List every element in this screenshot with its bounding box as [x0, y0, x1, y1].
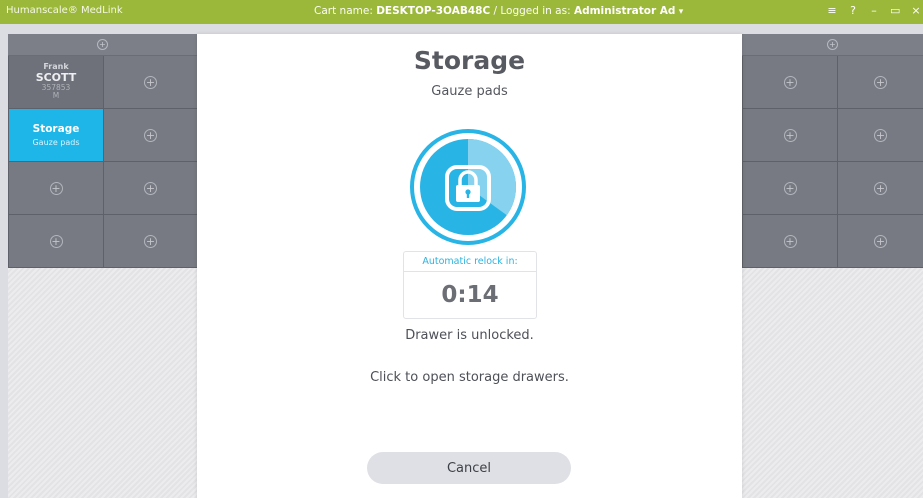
- add-icon: +: [144, 234, 157, 248]
- help-icon[interactable]: ?: [848, 4, 858, 17]
- drawer-cell-empty[interactable]: +: [743, 215, 838, 268]
- storage-cell-title: Storage: [32, 123, 80, 135]
- user-menu[interactable]: Administrator Ad: [574, 5, 676, 17]
- cart-name: DESKTOP-3OAB48C: [376, 5, 491, 17]
- add-icon: +: [874, 75, 887, 89]
- storage-dialog: Storage Gauze pads Automatic relock in: …: [197, 34, 742, 498]
- relock-countdown: 0:14: [441, 282, 499, 308]
- add-icon: +: [783, 75, 797, 89]
- left-drawer-grid: Frank SCOTT 357853 M + Storage Gauze pad…: [8, 56, 198, 268]
- lock-icon: [410, 129, 526, 245]
- add-icon: +: [874, 234, 887, 248]
- dialog-subtitle: Gauze pads: [431, 84, 508, 99]
- add-icon: +: [783, 181, 797, 195]
- restore-icon[interactable]: ▭: [890, 4, 900, 17]
- chevron-down-icon[interactable]: ▾: [679, 7, 684, 17]
- right-drawer-grid: + + + + + + + +: [742, 56, 923, 268]
- add-icon: +: [783, 128, 797, 142]
- drawer-status: Drawer is unlocked.: [405, 328, 534, 343]
- cart-info: Cart name: DESKTOP-3OAB48C / Logged in a…: [314, 5, 683, 17]
- add-icon: +: [144, 128, 157, 142]
- add-icon: +: [49, 181, 63, 195]
- drawer-cell-empty[interactable]: +: [104, 162, 198, 215]
- drawer-cell-empty[interactable]: +: [743, 162, 838, 215]
- open-drawers-hint[interactable]: Click to open storage drawers.: [197, 370, 742, 385]
- close-icon[interactable]: ×: [911, 4, 921, 17]
- dialog-title: Storage: [413, 46, 526, 75]
- app-name: Humanscale® MedLink: [6, 5, 123, 16]
- drawer-cell-empty[interactable]: +: [838, 162, 923, 215]
- drawer-cell-empty[interactable]: +: [838, 56, 923, 109]
- cart-label: Cart name:: [314, 5, 377, 17]
- left-panel-header[interactable]: +: [8, 34, 197, 56]
- drawer-cell-empty[interactable]: +: [838, 109, 923, 162]
- drawer-cell-patient[interactable]: Frank SCOTT 357853 M: [9, 56, 104, 109]
- relock-timer-box: Automatic relock in: 0:14: [403, 251, 537, 319]
- drawer-cell-empty[interactable]: +: [9, 215, 104, 268]
- background-pattern-right: [742, 268, 923, 498]
- add-icon: +: [49, 234, 63, 248]
- drawer-cell-empty[interactable]: +: [104, 109, 198, 162]
- add-icon: +: [874, 128, 887, 142]
- cancel-button[interactable]: Cancel: [367, 452, 571, 484]
- drawer-cell-empty[interactable]: +: [743, 56, 838, 109]
- add-icon: +: [783, 234, 797, 248]
- add-icon: +: [144, 75, 157, 89]
- menu-icon[interactable]: ≡: [827, 4, 837, 17]
- add-icon: +: [874, 181, 887, 195]
- storage-cell-subtitle: Gauze pads: [32, 138, 80, 147]
- title-bar: Humanscale® MedLink Cart name: DESKTOP-3…: [0, 0, 923, 24]
- drawer-cell-empty[interactable]: +: [104, 215, 198, 268]
- right-panel-header[interactable]: +: [742, 34, 923, 56]
- background-pattern-left: [8, 268, 198, 498]
- patient-gender: M: [52, 91, 60, 101]
- minimize-icon[interactable]: –: [869, 4, 879, 17]
- left-drawer-panel: + Frank SCOTT 357853 M + Storage Gauze p…: [8, 34, 198, 268]
- right-drawer-panel: + + + + + + + + +: [742, 34, 923, 268]
- relock-label: Automatic relock in:: [404, 252, 536, 272]
- drawer-cell-empty[interactable]: +: [9, 162, 104, 215]
- add-icon: +: [144, 181, 157, 195]
- drawer-cell-empty[interactable]: +: [743, 109, 838, 162]
- drawer-cell-empty[interactable]: +: [104, 56, 198, 109]
- scroll-up-icon[interactable]: +: [827, 39, 838, 50]
- logged-in-label: / Logged in as:: [490, 5, 574, 17]
- drawer-cell-storage[interactable]: Storage Gauze pads: [9, 109, 104, 162]
- scroll-up-icon[interactable]: +: [97, 39, 108, 50]
- relock-progress-ring: [409, 128, 527, 246]
- drawer-cell-empty[interactable]: +: [838, 215, 923, 268]
- window-controls: ≡ ? – ▭ ×: [827, 4, 923, 17]
